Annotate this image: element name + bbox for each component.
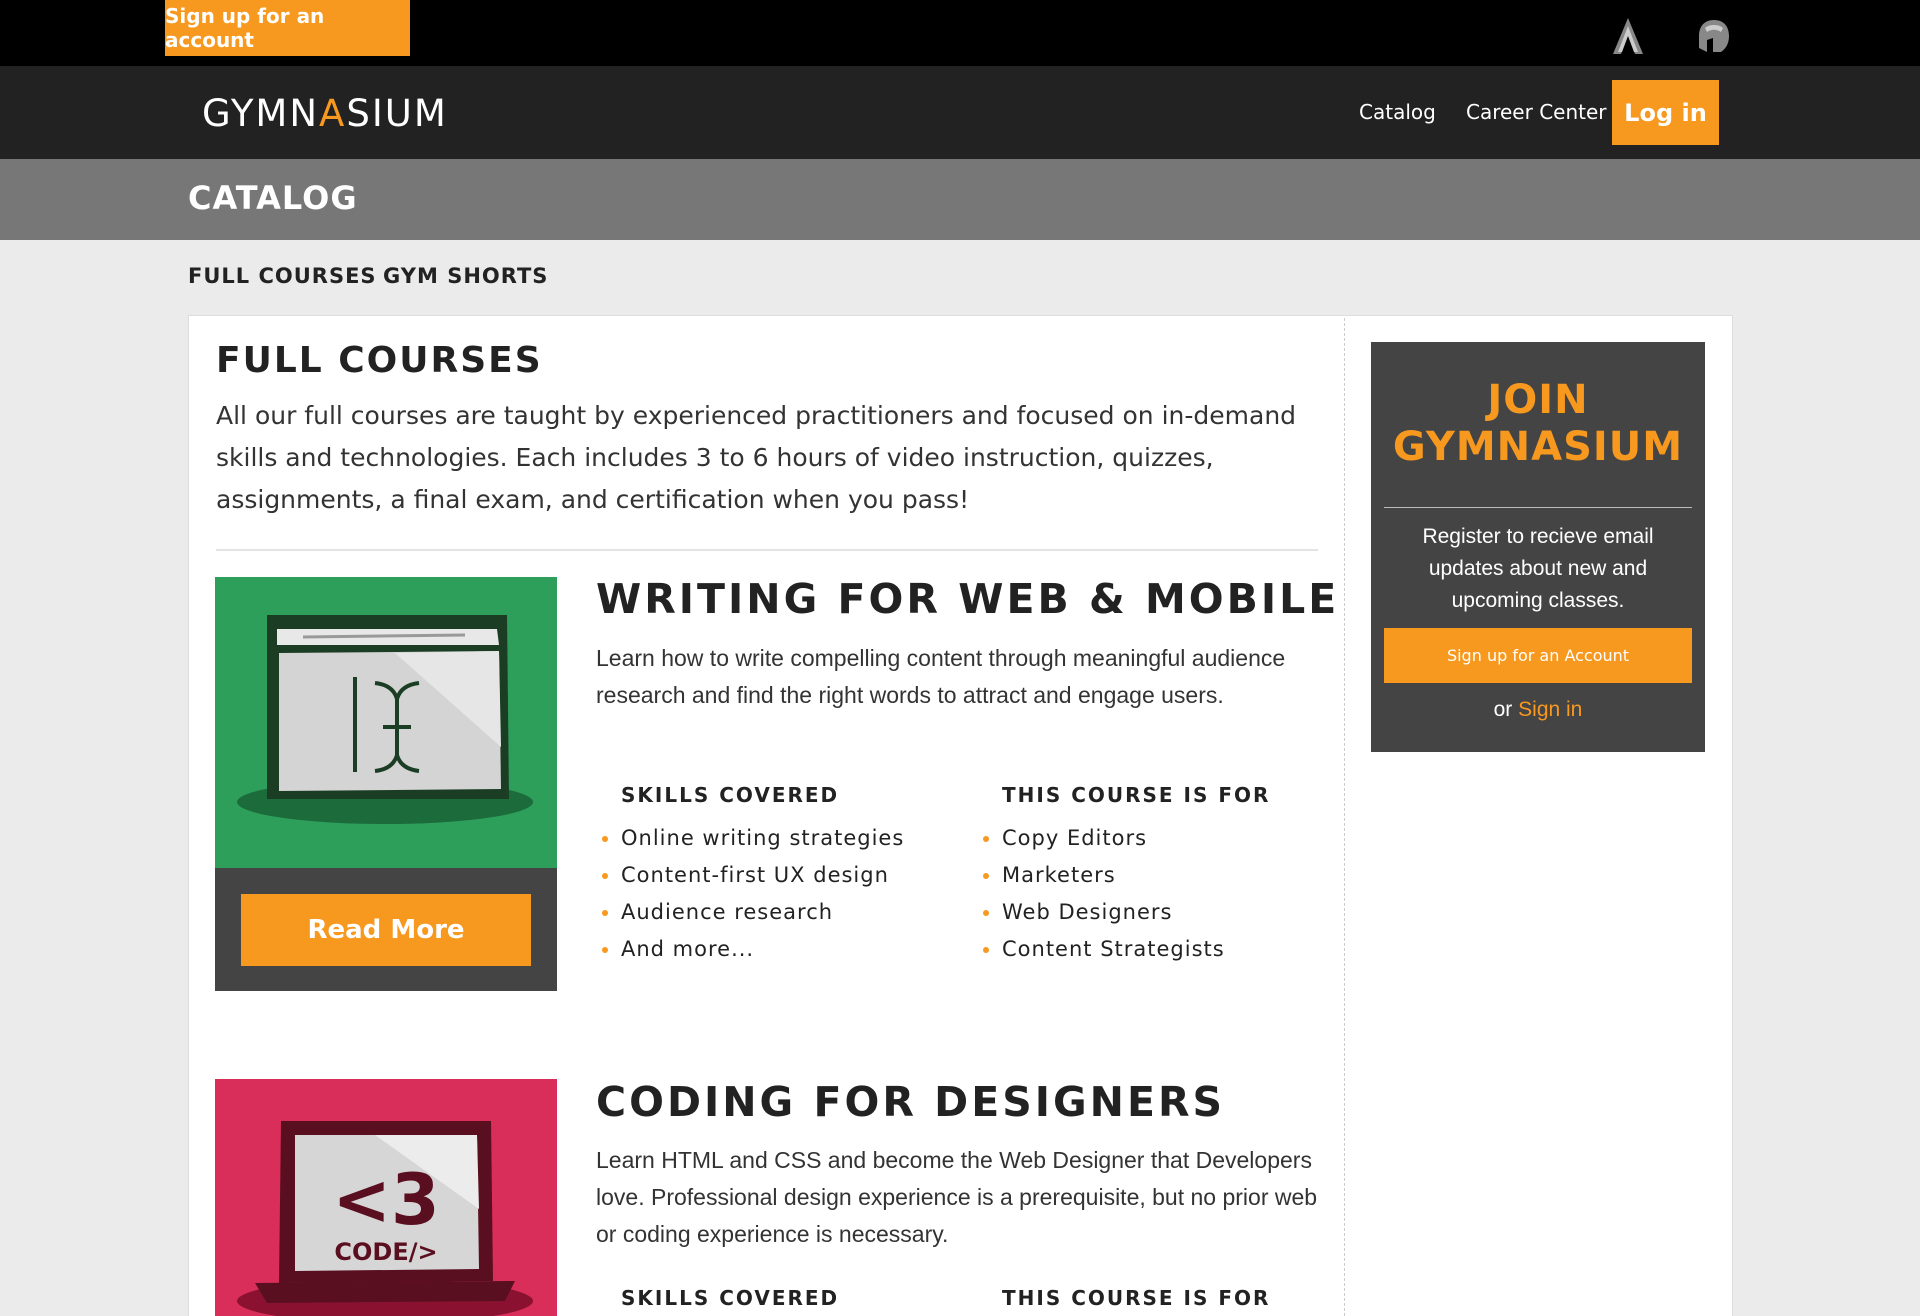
skills-heading: SKILLS COVERED <box>621 783 840 807</box>
course-image-writing[interactable] <box>215 577 557 868</box>
image-text-big: <3 <box>332 1159 439 1241</box>
join-title: JOIN GYMNASIUM <box>1371 377 1705 471</box>
tab-gym-shorts[interactable]: GYM SHORTS <box>383 264 548 288</box>
list-item: And more... <box>602 931 904 968</box>
logo-text-accent: A <box>319 92 347 135</box>
signup-account-button[interactable]: Sign up for an account <box>165 0 410 56</box>
main-navbar: GYMNASIUM Catalog Career Center Log in <box>0 66 1920 159</box>
list-item: Copy Editors <box>983 820 1225 857</box>
course-card-writing: Read More <box>215 577 557 991</box>
audience-heading: THIS COURSE IS FOR <box>1002 783 1271 807</box>
page-title: CATALOG <box>188 179 358 217</box>
join-signup-button[interactable]: Sign up for an Account <box>1384 628 1692 683</box>
list-item: Content-first UX design <box>602 857 904 894</box>
read-more-button[interactable]: Read More <box>241 894 531 966</box>
join-description: Register to recieve email updates about … <box>1422 525 1654 612</box>
list-item: Web Designers <box>983 894 1225 931</box>
signin-link[interactable]: Sign in <box>1518 698 1582 721</box>
section-description: All our full courses are taught by exper… <box>216 401 1297 514</box>
course-card-coding: <3 CODE/> <box>215 1079 557 1316</box>
list-item: Marketers <box>983 857 1225 894</box>
column-divider <box>1344 318 1345 1316</box>
course-description: Learn how to write compelling content th… <box>596 645 1286 708</box>
course-card-footer: Read More <box>215 868 557 991</box>
page-header-band: CATALOG <box>0 159 1920 240</box>
course-title[interactable]: CODING FOR DESIGNERS <box>596 1078 1225 1126</box>
logo-text-pre: GYMN <box>202 92 320 135</box>
list-item: Content Strategists <box>983 931 1225 968</box>
skills-list: Online writing strategies Content-first … <box>602 820 904 968</box>
join-gymnasium-box: JOIN GYMNASIUM Register to recieve email… <box>1371 342 1705 752</box>
logo-text-post: SIUM <box>346 92 448 135</box>
course-description: Learn HTML and CSS and become the Web De… <box>596 1147 1318 1247</box>
join-title-line1: JOIN <box>1487 377 1589 423</box>
join-divider <box>1384 507 1692 508</box>
image-text-small: CODE/> <box>334 1238 437 1266</box>
spartan-helmet-icon[interactable] <box>1697 18 1731 54</box>
course-title[interactable]: WRITING FOR WEB & MOBILE <box>596 575 1339 623</box>
gymnasium-logo[interactable]: GYMNASIUM <box>202 92 448 135</box>
course-image-coding[interactable]: <3 CODE/> <box>215 1079 557 1316</box>
audience-list: Copy Editors Marketers Web Designers Con… <box>983 820 1225 968</box>
login-button[interactable]: Log in <box>1612 80 1719 145</box>
top-bar: Sign up for an account <box>0 0 1920 66</box>
section-title: FULL COURSES <box>216 340 543 381</box>
list-item: Audience research <box>602 894 904 931</box>
nav-catalog-link[interactable]: Catalog <box>1359 100 1436 124</box>
join-signin-row: or Sign in <box>1371 698 1705 722</box>
join-title-line2: GYMNASIUM <box>1392 424 1684 470</box>
skills-heading: SKILLS COVERED <box>621 1286 840 1310</box>
section-divider <box>216 549 1318 551</box>
laptop-heart-code-icon: <3 CODE/> <box>237 1121 533 1316</box>
or-text: or <box>1493 698 1513 721</box>
audience-heading: THIS COURSE IS FOR <box>1002 1286 1271 1310</box>
list-item: Online writing strategies <box>602 820 904 857</box>
text-cursor-window-icon <box>237 615 533 824</box>
tab-full-courses[interactable]: FULL COURSES <box>188 264 377 288</box>
adobe-a-icon[interactable] <box>1611 16 1645 56</box>
nav-career-center-link[interactable]: Career Center <box>1466 100 1607 124</box>
